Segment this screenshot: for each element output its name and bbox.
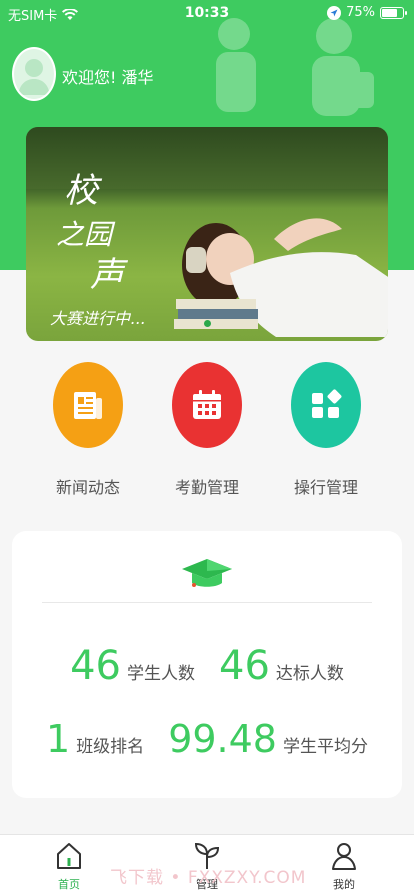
banner-student-illustration (174, 218, 388, 337)
banner-title-line1: 校 (64, 171, 98, 211)
tab-bar: 首页 管理 我的 飞下载 • FXXZXY.COM (0, 834, 414, 896)
watermark-text: 飞下载 • FXXZXY.COM (110, 868, 307, 888)
quick-action-label: 操行管理 (293, 478, 358, 497)
graduation-cap-icon (182, 559, 232, 587)
class-rank-label: 班级排名 (76, 737, 145, 757)
decorative-figures-illustration (216, 18, 374, 116)
banner-carousel[interactable]: 校 之园 声 大赛进行中... (26, 127, 388, 341)
quick-action-attendance[interactable]: 考勤管理 (157, 362, 257, 498)
home-icon (57, 843, 81, 869)
tab-me-label: 我的 (333, 878, 355, 891)
quick-action-conduct[interactable]: 操行管理 (276, 362, 376, 498)
banner-title-line3: 声 (90, 255, 124, 295)
greeting-text: 欢迎您! 潘华 (62, 68, 154, 87)
user-icon (332, 843, 356, 870)
stats-row-2: 1 班级排名 99.48 学生平均分 (12, 717, 402, 761)
calendar-icon (193, 390, 221, 419)
status-bar: 无SIM卡 10:33 75% (0, 0, 414, 28)
location-arrow-icon (327, 5, 342, 20)
stats-row-1: 46 学生人数 46 达标人数 (12, 643, 402, 689)
battery-fill (382, 8, 397, 17)
qualified-count-label: 达标人数 (275, 664, 344, 684)
tab-me[interactable]: 我的 (309, 841, 379, 892)
tab-home[interactable]: 首页 (34, 841, 104, 892)
carousel-indicator (26, 320, 388, 327)
class-rank-value: 1 (46, 717, 71, 761)
quick-action-news[interactable]: 新闻动态 (38, 362, 138, 498)
news-circle[interactable] (53, 362, 123, 448)
avatar[interactable] (12, 47, 56, 101)
battery-percent: 75% (346, 5, 375, 20)
qualified-count-value: 46 (219, 643, 270, 689)
user-avatar-icon (18, 59, 50, 95)
quick-action-label: 新闻动态 (55, 478, 120, 497)
tab-home-label: 首页 (58, 878, 80, 891)
attendance-circle[interactable] (172, 362, 242, 448)
average-score-label: 学生平均分 (282, 737, 368, 757)
student-count-value: 46 (70, 643, 121, 689)
class-stats-card: 46 学生人数 46 达标人数 1 班级排名 99.48 学生平均分 (12, 531, 402, 798)
student-count-label: 学生人数 (127, 664, 195, 684)
battery-icon (380, 6, 407, 19)
average-score-value: 99.48 (168, 717, 277, 761)
quick-action-label: 考勤管理 (174, 478, 239, 497)
conduct-circle[interactable] (291, 362, 361, 448)
newspaper-icon (74, 392, 102, 419)
apps-icon (312, 389, 342, 418)
carousel-dot[interactable] (203, 320, 211, 327)
divider (42, 602, 372, 603)
